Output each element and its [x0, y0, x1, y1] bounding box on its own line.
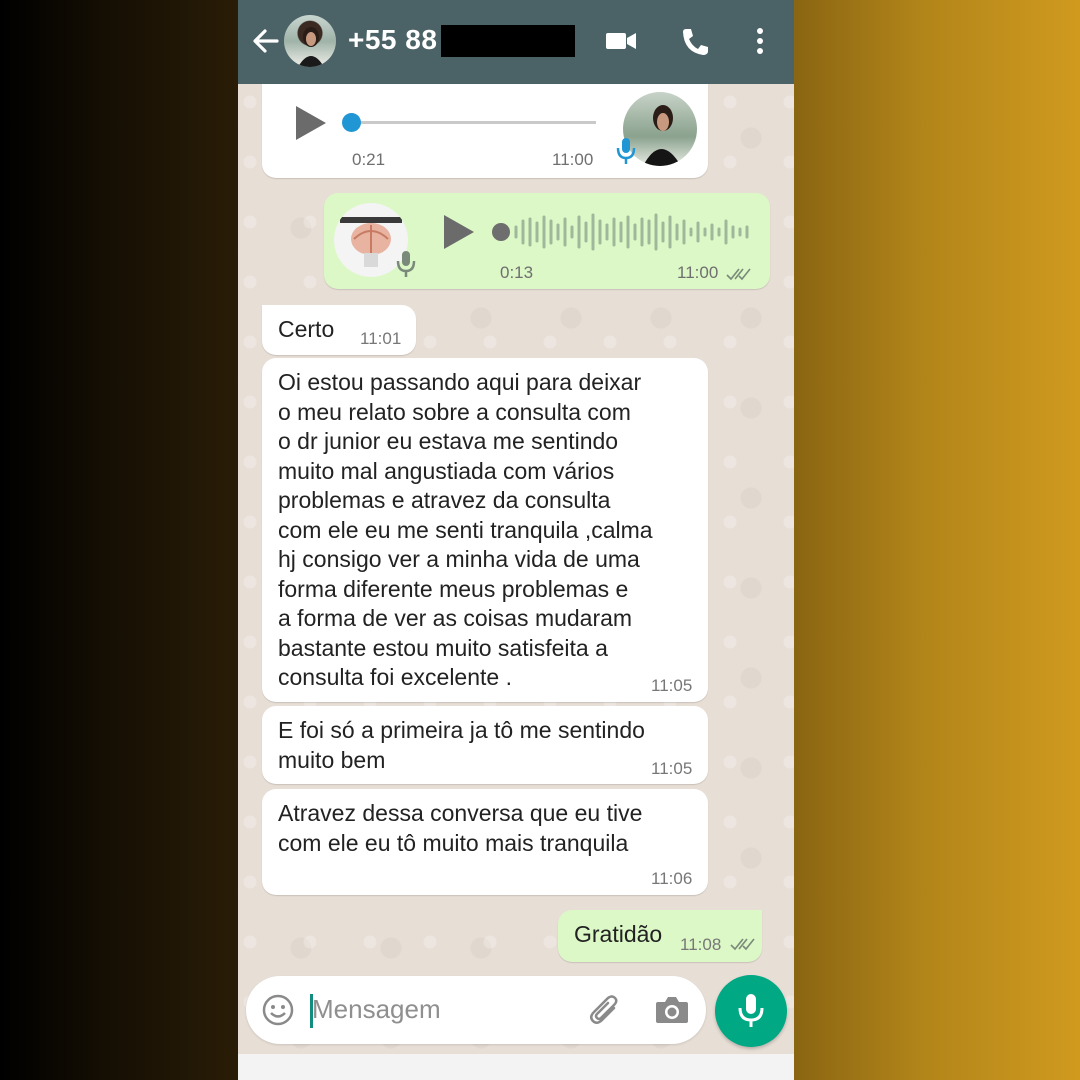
message-bubble-incoming: E foi só a primeira ja tô me sentindo mu…	[262, 706, 708, 784]
play-icon[interactable]	[444, 215, 474, 249]
message-time: 11:01	[360, 329, 402, 348]
message-bubble-incoming: Certo 11:01	[262, 305, 416, 355]
message-time: 11:05	[651, 759, 693, 778]
message-text: Oi estou passando aqui para deixar o meu…	[278, 369, 653, 690]
message-time: 11:06	[651, 869, 693, 888]
message-time: 11:00	[677, 263, 719, 282]
message-input[interactable]: Mensagem	[312, 994, 441, 1025]
message-bubble-outgoing: Gratidão 11:08	[558, 910, 762, 962]
message-bubble-incoming: Oi estou passando aqui para deixar o meu…	[262, 358, 708, 702]
read-receipt-icon	[726, 268, 751, 281]
emoji-icon[interactable]	[261, 993, 295, 1027]
voice-duration: 0:13	[500, 263, 534, 282]
contact-avatar[interactable]	[284, 15, 336, 67]
message-time: 11:00	[552, 150, 594, 169]
message-text: Atravez dessa conversa que eu tive com e…	[278, 800, 643, 856]
background-left	[0, 0, 238, 1080]
phone-icon[interactable]	[678, 26, 712, 56]
play-icon[interactable]	[296, 106, 326, 140]
more-options-icon[interactable]	[743, 26, 777, 56]
message-text: E foi só a primeira ja tô me sentindo mu…	[278, 717, 645, 773]
back-arrow-icon[interactable]	[250, 24, 280, 58]
phone-screen: +55 88 0:21 11:00 0:13 11:00 Certo 11:01…	[238, 0, 794, 1080]
read-receipt-icon	[730, 938, 755, 951]
system-nav-bar	[238, 1054, 794, 1080]
voice-record-button[interactable]	[715, 975, 787, 1047]
background-right	[794, 0, 1080, 1080]
message-bubble-incoming: Atravez dessa conversa que eu tive com e…	[262, 789, 708, 895]
attach-icon[interactable]	[588, 994, 622, 1028]
message-time: 11:08	[680, 935, 722, 954]
mic-icon	[738, 994, 764, 1027]
mic-icon	[396, 251, 416, 277]
mic-icon	[616, 138, 636, 164]
chat-header: +55 88	[238, 0, 794, 84]
voice-message-incoming: 0:21 11:00	[262, 84, 708, 178]
message-time: 11:05	[651, 676, 693, 695]
voice-progress-thumb[interactable]	[342, 113, 361, 132]
voice-message-outgoing: 0:13 11:00	[324, 193, 770, 289]
voice-progress-track[interactable]	[350, 121, 596, 124]
message-text: Gratidão	[574, 921, 663, 947]
video-call-icon[interactable]	[604, 26, 638, 56]
contact-name[interactable]: +55 88	[348, 24, 437, 56]
voice-progress-thumb[interactable]	[492, 223, 510, 241]
message-text: Certo	[278, 316, 335, 342]
redacted-number-block	[441, 25, 575, 57]
voice-waveform[interactable]	[514, 211, 750, 253]
camera-icon[interactable]	[654, 994, 690, 1026]
voice-duration: 0:21	[352, 150, 386, 169]
message-composer: Mensagem	[246, 976, 706, 1044]
